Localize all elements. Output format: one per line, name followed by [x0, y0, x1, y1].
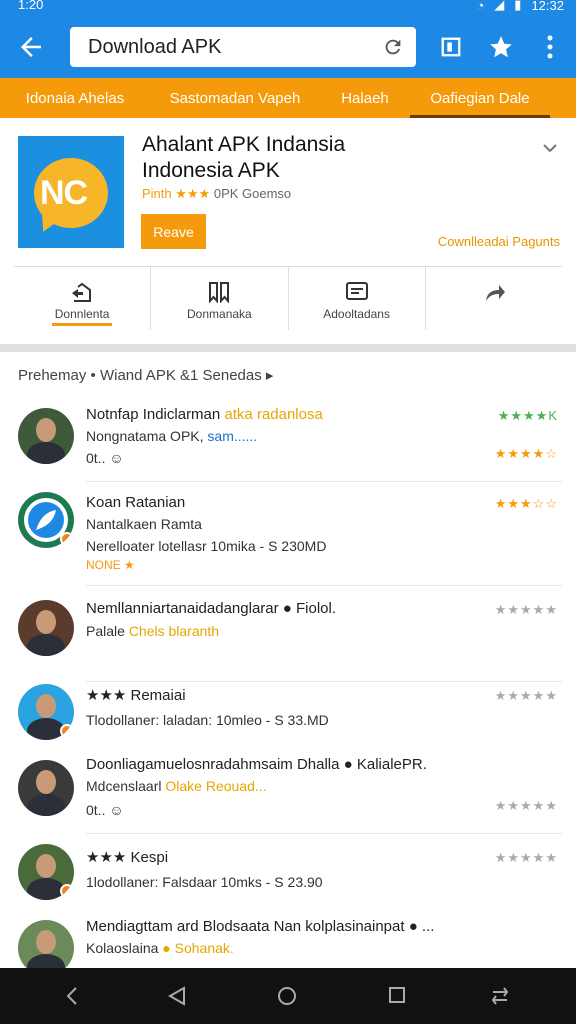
switch-apps-icon[interactable]	[490, 986, 510, 1006]
download-link[interactable]: Cownlleadai Pagunts	[438, 234, 560, 249]
message-icon	[345, 282, 368, 300]
avatar	[18, 760, 74, 816]
app-title: Ahalant APK Indansia Indonesia APK	[142, 133, 346, 182]
avatar	[18, 600, 74, 656]
review-item[interactable]: Mendiagttam ard Blodsaata Nan kolplasina…	[0, 910, 576, 976]
status-time-right: 12:32	[531, 0, 564, 13]
action-download[interactable]: Donnlenta	[14, 267, 152, 330]
action-notes[interactable]: Adooltadans	[289, 267, 426, 330]
review-item[interactable]: ★★★ Remaiai Tlodollaner: laladan: 10mleo…	[0, 682, 576, 748]
avatar	[18, 408, 74, 464]
overflow-menu-icon[interactable]	[540, 34, 560, 60]
reviews-header[interactable]: Prehemay • Wiand APK &1 Senedas ▸	[18, 366, 273, 384]
bookmark-star-icon[interactable]	[488, 34, 514, 60]
address-text: Download APK	[88, 36, 222, 58]
review-item[interactable]: Notnfap Indiclarman atka radanlosa Nongn…	[0, 396, 576, 482]
bookmark-pair-icon	[209, 282, 230, 303]
tab-2[interactable]: Halaeh	[320, 78, 410, 118]
share-arrow-icon	[485, 285, 505, 301]
app-rating: Pinth ★★★	[142, 186, 211, 201]
avatar	[18, 844, 74, 900]
chevron-left-icon[interactable]	[64, 986, 80, 1006]
review-rating: ★★★★★	[494, 602, 558, 617]
address-bar[interactable]: Download APK	[70, 27, 416, 67]
category-tabs: Idonaia Ahelas Sastomadan Vapeh Halaeh O…	[0, 78, 576, 118]
review-rating: ★★★☆☆	[494, 496, 558, 511]
reload-icon[interactable]	[382, 36, 404, 58]
app-info: 0PK Goemso	[213, 186, 292, 201]
review-item[interactable]: Koan Ratanian Nantalkaen Ramta Nerelloat…	[0, 482, 576, 586]
tab-0[interactable]: Idonaia Ahelas	[0, 78, 150, 118]
wifi-icon: ◔	[476, 0, 485, 13]
action-share[interactable]	[426, 267, 562, 330]
status-time-left: 1:20	[18, 0, 44, 12]
tabs-icon[interactable]	[440, 36, 462, 58]
browser-toolbar: Download APK	[0, 16, 576, 78]
avatar	[18, 492, 74, 548]
app-logo-text: NC	[40, 174, 88, 212]
review-rating: ★★★★★	[494, 850, 558, 865]
review-item[interactable]: Doonliagamuelosnradahmsaim Dhalla ● Kali…	[0, 748, 576, 834]
avatar	[18, 684, 74, 740]
review-item[interactable]: ★★★ Kespi 1lodollaner: Falsdaar 10mks - …	[0, 834, 576, 910]
action-details[interactable]: Donmanaka	[151, 267, 289, 330]
status-icons: ◔ ◢ ▮ 12:32	[476, 0, 564, 13]
review-rating-secondary: ★★★★☆	[494, 446, 558, 461]
review-rating: ★★★★★	[494, 688, 558, 703]
home-circle-icon[interactable]	[277, 986, 297, 1006]
review-rating: ★★★★K	[497, 408, 558, 423]
app-logo: NC	[18, 136, 124, 248]
review-item[interactable]: Nemllanniartanaidadanglarar ● Fiolol. Pa…	[0, 586, 576, 682]
signal-icon: ◢	[494, 0, 505, 12]
remove-button[interactable]: Reave	[141, 214, 206, 249]
back-triangle-icon[interactable]	[168, 986, 186, 1006]
recents-square-icon[interactable]	[388, 986, 406, 1004]
back-arrow-icon[interactable]	[16, 32, 46, 62]
system-nav-bar	[0, 968, 576, 1024]
section-divider	[0, 344, 576, 352]
app-detail-card: NC Ahalant APK Indansia Indonesia APK Pi…	[0, 118, 576, 344]
tab-1[interactable]: Sastomadan Vapeh	[150, 78, 320, 118]
tab-3[interactable]: Oafiegian Dale	[410, 78, 550, 118]
app-meta: Pinth ★★★ 0PK Goemso	[142, 186, 291, 202]
battery-icon: ▮	[514, 0, 522, 12]
home-arrow-icon	[72, 282, 92, 302]
review-rating: ★★★★★	[494, 798, 558, 813]
chevron-down-icon[interactable]	[542, 140, 558, 156]
action-row: Donnlenta Donmanaka Adooltadans	[14, 266, 562, 330]
status-bar: 1:20 ◔ ◢ ▮ 12:32	[0, 0, 576, 16]
